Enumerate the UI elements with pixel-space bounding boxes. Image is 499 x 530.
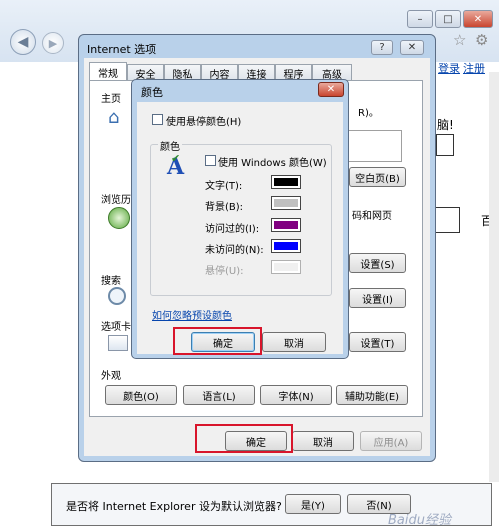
- use-hover-label: 使用悬停颜色(H): [166, 117, 242, 128]
- favorites-star-icon[interactable]: ☆: [453, 31, 466, 49]
- hover-color-swatch: [271, 260, 301, 274]
- history-section-label: 浏览历: [101, 195, 131, 206]
- use-blank-button[interactable]: 空白页(B): [349, 167, 406, 187]
- use-hover-checkbox[interactable]: [152, 114, 163, 125]
- login-link[interactable]: 登录: [438, 60, 460, 76]
- colors-group-title: 颜色: [158, 138, 182, 153]
- register-link[interactable]: 注册: [463, 60, 485, 76]
- background-color-swatch[interactable]: [271, 196, 301, 210]
- visited-color-swatch[interactable]: [271, 218, 301, 232]
- colors-button[interactable]: 颜色(O): [105, 385, 177, 405]
- text-color-label: 文字(T):: [205, 181, 243, 192]
- font-color-check-icon: ✔: [171, 152, 181, 165]
- minimize-button[interactable]: –: [407, 10, 433, 28]
- background-color-fill: [274, 199, 298, 207]
- history-icon: [108, 207, 130, 229]
- history-text-fragment: 码和网页: [352, 211, 392, 222]
- page-box: [434, 207, 460, 233]
- page-text-fragment: 脑!: [437, 118, 454, 132]
- ignore-colors-help-link[interactable]: 如何忽略预设颜色: [152, 307, 232, 322]
- restore-button[interactable]: □: [435, 10, 461, 28]
- tabs-icon: [108, 335, 128, 351]
- background-color-label: 背景(B):: [205, 202, 244, 213]
- default-browser-question: 是否将 Internet Explorer 设为默认浏览器?: [66, 500, 282, 513]
- settings-button-tabs-t[interactable]: 设置(T): [349, 332, 406, 352]
- unvisited-color-swatch[interactable]: [271, 239, 301, 253]
- unvisited-color-fill: [274, 242, 298, 250]
- tabs-section-label: 选项卡: [101, 322, 131, 333]
- search-section-label: 搜索: [101, 276, 121, 287]
- visited-color-fill: [274, 221, 298, 229]
- colors-dialog-close-button[interactable]: ✕: [318, 82, 344, 97]
- hover-color-label: 悬停(U):: [205, 266, 244, 277]
- internet-options-title: Internet 选项: [87, 43, 157, 56]
- forward-icon[interactable]: ▶: [42, 32, 64, 54]
- internet-options-cancel-button[interactable]: 取消: [292, 431, 354, 451]
- text-color-fill: [274, 178, 298, 186]
- help-button[interactable]: ?: [371, 40, 393, 55]
- home-house-icon: ⌂: [108, 107, 120, 128]
- languages-button[interactable]: 语言(L): [183, 385, 255, 405]
- page-box: [436, 134, 454, 156]
- back-icon[interactable]: ◀: [10, 29, 36, 55]
- appearance-section-label: 外观: [101, 371, 121, 382]
- close-button[interactable]: ✕: [463, 10, 493, 28]
- highlight-ok-inner: [173, 327, 262, 355]
- dialog-close-button[interactable]: ✕: [400, 40, 424, 55]
- use-windows-colors-checkbox[interactable]: [205, 155, 216, 166]
- tools-gear-icon[interactable]: ⚙: [475, 31, 488, 49]
- homepage-field[interactable]: [346, 130, 402, 162]
- accessibility-button[interactable]: 辅助功能(E): [336, 385, 408, 405]
- home-text-fragment: R)。: [358, 108, 379, 119]
- visited-color-label: 访问过的(I):: [205, 224, 260, 235]
- default-browser-yes-button[interactable]: 是(Y): [285, 494, 341, 514]
- colors-cancel-button[interactable]: 取消: [262, 332, 326, 352]
- internet-options-apply-button[interactable]: 应用(A): [360, 431, 422, 451]
- home-section-label: 主页: [101, 94, 121, 105]
- hover-color-fill: [274, 263, 298, 271]
- use-windows-colors-label: 使用 Windows 颜色(W): [218, 158, 327, 169]
- settings-button-tabs-i[interactable]: 设置(I): [349, 288, 406, 308]
- baidu-watermark: Baidu经验: [388, 513, 451, 528]
- settings-button-search[interactable]: 设置(S): [349, 253, 406, 273]
- unvisited-color-label: 未访问的(N):: [205, 245, 264, 256]
- search-magnifier-icon: [108, 287, 126, 305]
- text-color-swatch[interactable]: [271, 175, 301, 189]
- colors-dialog-title: 颜色: [141, 86, 163, 99]
- page-scrollbar[interactable]: [489, 72, 499, 482]
- tab-general[interactable]: 常规: [89, 62, 127, 81]
- highlight-ok-outer: [195, 424, 293, 453]
- fonts-button[interactable]: 字体(N): [260, 385, 332, 405]
